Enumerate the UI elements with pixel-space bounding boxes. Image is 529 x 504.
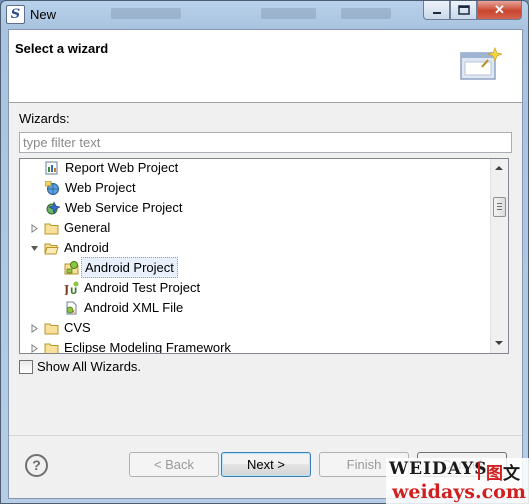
window-title: New: [30, 7, 57, 22]
grip-line: [497, 203, 502, 204]
report-web-project-icon: [45, 161, 58, 175]
chevron-down-icon[interactable]: [30, 244, 39, 253]
android-xml-file-icon: x: [66, 301, 77, 315]
watermark-brand: WEIDAYS: [389, 459, 488, 479]
folder-open-icon: [44, 243, 59, 255]
watermark: WEIDAYS 图文 weidays.com: [386, 458, 529, 504]
tree-item-label: CVS: [64, 320, 91, 335]
back-button[interactable]: < Back: [129, 452, 219, 477]
page-title: Select a wizard: [15, 41, 109, 56]
filter-input[interactable]: type filter text: [19, 132, 512, 153]
wizard-banner-icon: [460, 47, 502, 80]
eclipse-logo-icon: S: [6, 5, 25, 24]
close-icon[interactable]: ✕: [477, 1, 522, 20]
maximize-icon[interactable]: [450, 1, 477, 20]
chevron-right-icon[interactable]: [30, 344, 39, 353]
new-wizard-window: S New ✕ Select a wizard Wizards: type fi…: [0, 0, 529, 504]
tree-item-label: Eclipse Modeling Framework: [64, 340, 231, 354]
tree-scrollbar[interactable]: [490, 159, 508, 353]
show-all-wizards-option[interactable]: Show All Wizards.: [19, 359, 141, 374]
android-project-icon: [64, 261, 79, 275]
next-button[interactable]: Next >: [221, 452, 311, 477]
show-all-label: Show All Wizards.: [37, 359, 142, 374]
folder-icon: [44, 323, 59, 335]
chevron-right-icon[interactable]: [30, 324, 39, 333]
scroll-up-arrow-icon[interactable]: [495, 166, 503, 170]
window-controls: ✕: [423, 1, 522, 20]
watermark-site: weidays.com: [392, 481, 526, 503]
title-bar[interactable]: S New ✕: [1, 1, 528, 27]
svg-text:J: J: [64, 283, 69, 295]
svg-text:U: U: [70, 287, 77, 295]
tree-item-label: Report Web Project: [65, 160, 179, 175]
wizard-dialog: Select a wizard Wizards: type filter tex…: [8, 29, 523, 499]
grip-line: [497, 206, 502, 207]
chevron-right-icon[interactable]: [30, 224, 39, 233]
button-bar-separator: [9, 435, 522, 436]
web-service-project-icon: [46, 201, 60, 215]
folder-icon: [44, 343, 59, 353]
tree-item-label: Web Project: [65, 180, 136, 195]
background-tab-ghost: [341, 8, 391, 19]
tree-item-label: Android Project: [81, 257, 178, 278]
background-tab-ghost: [261, 8, 316, 19]
dialog-header: Select a wizard: [9, 30, 522, 103]
tree-item-label: Android XML File: [84, 300, 184, 315]
tree-item-label: Android: [64, 240, 109, 255]
web-project-icon: [45, 181, 59, 195]
background-tab-ghost: [111, 8, 181, 19]
wizard-tree[interactable]: Report Web Project Web Project Web Servi…: [19, 158, 509, 354]
scrollbar-thumb[interactable]: [493, 197, 506, 217]
watermark-divider: [478, 462, 480, 480]
grip-line: [497, 209, 502, 210]
show-all-checkbox[interactable]: [19, 359, 33, 374]
svg-text:x: x: [72, 309, 75, 315]
tree-item-label: General: [64, 220, 111, 235]
minimize-icon[interactable]: [423, 1, 450, 20]
tree-item-label: Android Test Project: [84, 280, 201, 295]
tree-item-label: Web Service Project: [65, 200, 183, 215]
android-test-project-icon: JU: [64, 281, 79, 295]
scroll-down-arrow-icon[interactable]: [495, 341, 503, 345]
help-icon[interactable]: ?: [25, 454, 48, 477]
wizards-label: Wizards:: [19, 111, 70, 126]
folder-icon: [44, 223, 59, 235]
